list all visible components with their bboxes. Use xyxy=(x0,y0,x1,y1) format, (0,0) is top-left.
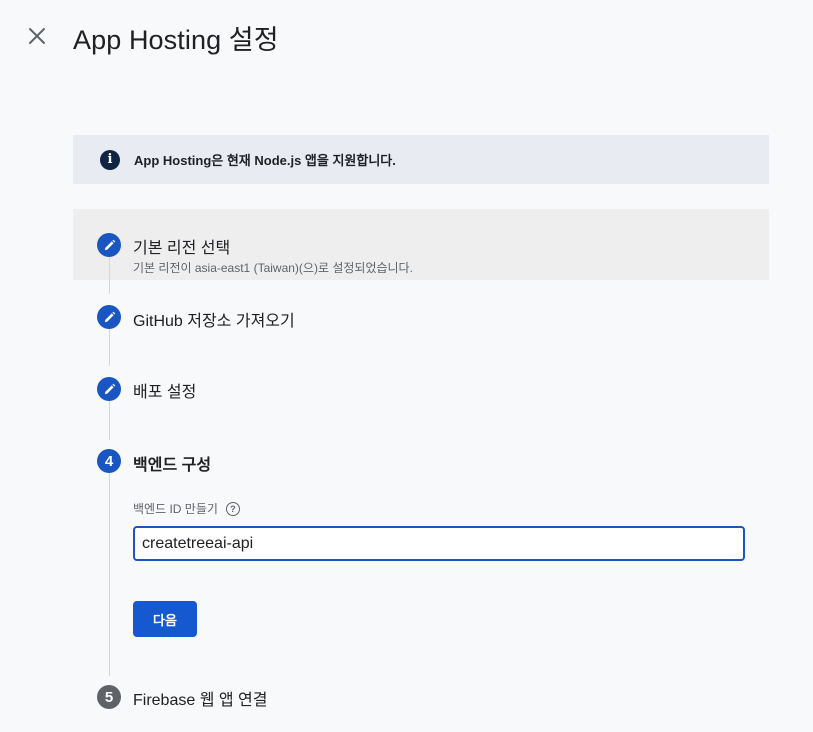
close-button[interactable] xyxy=(25,24,49,48)
step-connector xyxy=(109,400,110,440)
help-icon[interactable]: ? xyxy=(225,501,240,516)
step-3-title: 배포 설정 xyxy=(133,384,197,401)
step-4-title: 백엔드 구성 xyxy=(133,457,212,474)
step-5-number: 5 xyxy=(97,685,121,709)
pencil-icon xyxy=(104,239,115,250)
step-4-number: 4 xyxy=(97,449,121,473)
step-3-edit-button[interactable] xyxy=(97,377,121,401)
step-connector xyxy=(109,256,110,294)
step-1-title: 기본 리전 선택 xyxy=(133,240,231,257)
step-2-edit-button[interactable] xyxy=(97,305,121,329)
info-icon: i xyxy=(100,149,120,170)
step-2-title: GitHub 저장소 가져오기 xyxy=(133,313,295,330)
close-icon xyxy=(29,28,45,44)
info-banner: i App Hosting은 현재 Node.js 앱을 지원합니다. xyxy=(73,135,769,184)
step-1-subtitle: 기본 리전이 asia-east1 (Taiwan)(으)로 설정되었습니다. xyxy=(133,261,413,275)
step-connector xyxy=(109,473,110,676)
step-connector xyxy=(109,328,110,366)
backend-id-label: 백엔드 ID 만들기 ? xyxy=(133,500,240,517)
pencil-icon xyxy=(104,383,115,394)
backend-id-label-text: 백엔드 ID 만들기 xyxy=(133,502,218,516)
backend-id-input[interactable] xyxy=(133,526,745,561)
page-title: App Hosting 설정 xyxy=(73,25,279,55)
step-5-title: Firebase 웹 앱 연결 xyxy=(133,692,268,709)
next-button[interactable]: 다음 xyxy=(133,601,197,637)
step-1-edit-button[interactable] xyxy=(97,233,121,257)
pencil-icon xyxy=(104,311,115,322)
info-banner-text: App Hosting은 현재 Node.js 앱을 지원합니다. xyxy=(134,153,396,168)
app-hosting-setup-page: App Hosting 설정 i App Hosting은 현재 Node.js… xyxy=(0,0,813,732)
